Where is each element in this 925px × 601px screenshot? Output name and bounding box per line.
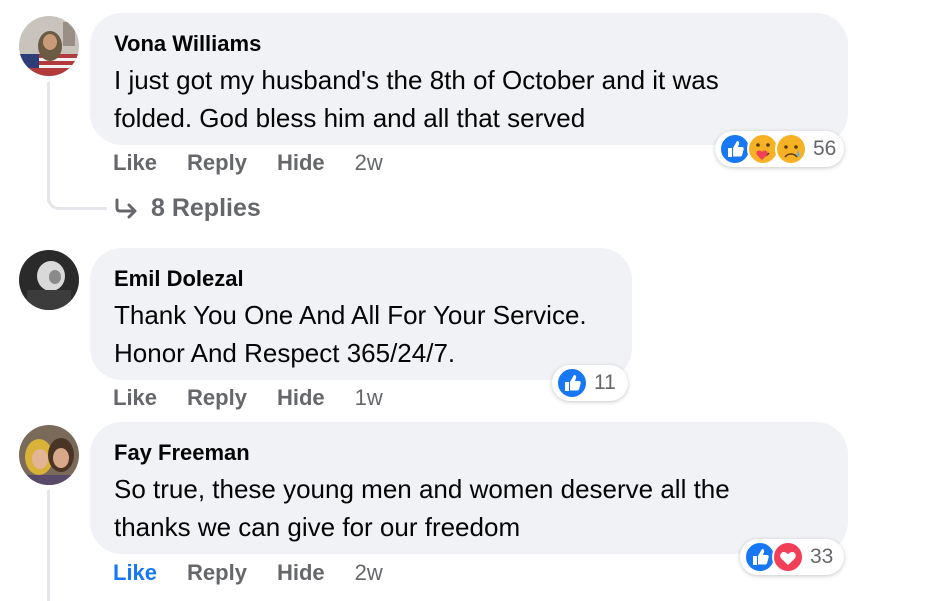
- thread-line-curve: [47, 198, 107, 210]
- reaction-summary[interactable]: 56: [715, 131, 844, 167]
- reaction-icons: [556, 367, 588, 399]
- hide-button[interactable]: Hide: [277, 558, 325, 588]
- comment-bubble: Vona Williams I just got my husband's th…: [90, 13, 848, 145]
- like-button[interactable]: Like: [113, 558, 157, 588]
- comment-actions: Like Reply Hide 1w: [113, 383, 413, 413]
- comment-timestamp[interactable]: 2w: [355, 558, 383, 588]
- love-icon: [772, 541, 804, 573]
- reply-button[interactable]: Reply: [187, 148, 247, 178]
- reaction-count: 11: [594, 371, 616, 394]
- like-button[interactable]: Like: [113, 148, 157, 178]
- like-button[interactable]: Like: [113, 383, 157, 413]
- comment-text-line: folded. God bless him and all that serve…: [114, 103, 586, 133]
- comment-timestamp[interactable]: 1w: [355, 383, 383, 413]
- thread-line: [47, 490, 50, 601]
- view-replies-button[interactable]: 8 Replies: [113, 194, 261, 223]
- avatar[interactable]: [19, 425, 79, 485]
- thread-line: [47, 82, 50, 202]
- reply-arrow-icon: [115, 198, 137, 218]
- comment-text-line: I just got my husband's the 8th of Octob…: [114, 65, 719, 95]
- comment-actions: Like Reply Hide 2w: [113, 558, 413, 588]
- hide-button[interactable]: Hide: [277, 148, 325, 178]
- reply-button[interactable]: Reply: [187, 383, 247, 413]
- replies-label: 8 Replies: [151, 194, 261, 222]
- comment-bubble: Emil Dolezal Thank You One And All For Y…: [90, 248, 632, 380]
- reaction-summary[interactable]: 11: [552, 365, 628, 401]
- comment-text-line: Honor And Respect 365/24/7.: [114, 338, 456, 368]
- reaction-count: 56: [813, 137, 837, 160]
- avatar[interactable]: [19, 16, 79, 76]
- reaction-icons: [719, 133, 807, 165]
- reply-button[interactable]: Reply: [187, 558, 247, 588]
- comment-author[interactable]: Emil Dolezal: [114, 262, 608, 296]
- comment-actions: Like Reply Hide 2w: [113, 148, 413, 178]
- comment-author[interactable]: Fay Freeman: [114, 436, 824, 470]
- reaction-summary[interactable]: 33: [740, 539, 844, 575]
- comment-author[interactable]: Vona Williams: [114, 27, 824, 61]
- reaction-count: 33: [810, 545, 834, 568]
- like-icon: [556, 367, 588, 399]
- sad-icon: [775, 133, 807, 165]
- hide-button[interactable]: Hide: [277, 383, 325, 413]
- comment-timestamp[interactable]: 2w: [355, 148, 383, 178]
- avatar[interactable]: [19, 250, 79, 310]
- comment-text-line: Thank You One And All For Your Service.: [114, 300, 587, 330]
- reaction-icons: [744, 541, 804, 573]
- comment-bubble: Fay Freeman So true, these young men and…: [90, 422, 848, 554]
- comment-text-line: thanks we can give for our freedom: [114, 512, 521, 542]
- comment-text-line: So true, these young men and women deser…: [114, 474, 730, 504]
